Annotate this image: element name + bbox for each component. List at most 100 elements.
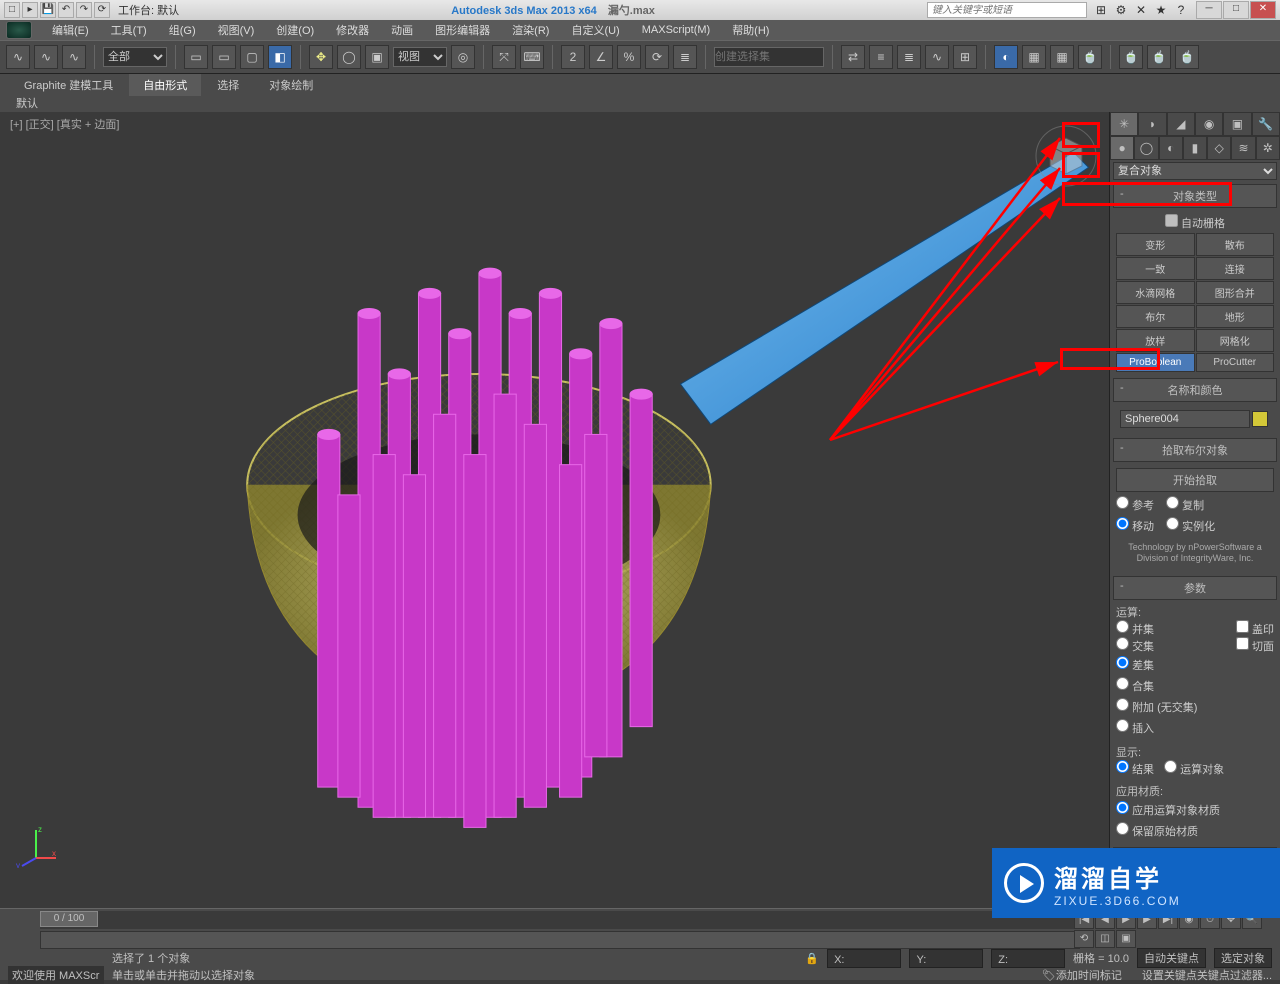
cameras-subtab-icon[interactable]: ▮	[1183, 136, 1207, 160]
material-editor-icon[interactable]: ◐	[994, 45, 1018, 69]
nav-orbit-icon[interactable]: ⟲	[1074, 930, 1094, 948]
menu-create[interactable]: 创建(O)	[266, 22, 324, 38]
btn-mesher[interactable]: 网格化	[1196, 329, 1275, 352]
btn-conform[interactable]: 一致	[1116, 257, 1195, 280]
pivot-icon[interactable]: ◎	[451, 45, 475, 69]
menu-graph[interactable]: 图形编辑器	[425, 22, 500, 38]
scale-icon[interactable]: ▣	[365, 45, 389, 69]
keyfilter-button[interactable]: 关键点过滤器...	[1197, 967, 1272, 983]
layer-icon[interactable]: ≣	[897, 45, 921, 69]
qat-link-icon[interactable]: ⟳	[94, 2, 110, 18]
window-crossing-icon[interactable]: ◧	[268, 45, 292, 69]
lock-icon[interactable]: 🔒	[805, 952, 819, 965]
unlink-icon[interactable]: ∿	[34, 45, 58, 69]
radio-merge[interactable]: 合集	[1116, 675, 1274, 696]
track-bar[interactable]	[40, 931, 1080, 949]
coord-system-dropdown[interactable]: 视图	[393, 47, 447, 67]
application-button[interactable]	[6, 21, 32, 39]
btn-terrain[interactable]: 地形	[1196, 305, 1275, 328]
quick-render-icon[interactable]: 🍵	[1078, 45, 1102, 69]
btn-procutter[interactable]: ProCutter	[1196, 353, 1275, 372]
grid-icon[interactable]: ⊞	[1093, 2, 1109, 18]
render-setup-icon[interactable]: ▦	[1022, 45, 1046, 69]
mirror-icon[interactable]: ⇄	[841, 45, 865, 69]
geometry-subtab-icon[interactable]: ●	[1110, 136, 1134, 160]
object-color-swatch[interactable]	[1252, 411, 1268, 427]
tab-selection[interactable]: 选择	[203, 74, 253, 96]
helpers-subtab-icon[interactable]: ◇	[1207, 136, 1231, 160]
create-tab-icon[interactable]: ✳	[1110, 112, 1138, 136]
modify-tab-icon[interactable]: ◗	[1138, 112, 1166, 136]
btn-loft[interactable]: 放样	[1116, 329, 1195, 352]
menu-help[interactable]: 帮助(H)	[722, 22, 779, 38]
radio-copy[interactable]: 复制	[1166, 494, 1204, 515]
menu-render[interactable]: 渲染(R)	[502, 22, 559, 38]
menu-modifiers[interactable]: 修改器	[326, 22, 379, 38]
motion-tab-icon[interactable]: ◉	[1195, 112, 1223, 136]
radio-operand[interactable]: 运算对象	[1164, 760, 1224, 777]
add-time-tag[interactable]: 添加时间标记	[1056, 967, 1122, 983]
signin-icon[interactable]: ⚙	[1113, 2, 1129, 18]
selection-filter-dropdown[interactable]: 全部	[103, 47, 167, 67]
category-dropdown[interactable]: 复合对象	[1113, 162, 1277, 180]
menu-maxscript[interactable]: MAXScript(M)	[632, 24, 720, 36]
rollup-object-type[interactable]: -对象类型	[1113, 184, 1277, 208]
maximize-button[interactable]: □	[1223, 1, 1249, 19]
utilities-tab-icon[interactable]: 🔧	[1252, 112, 1280, 136]
link-icon[interactable]: ∿	[6, 45, 30, 69]
rollup-parameters[interactable]: -参数	[1113, 576, 1277, 600]
schematic-icon[interactable]: ⊞	[953, 45, 977, 69]
menu-customize[interactable]: 自定义(U)	[561, 22, 629, 38]
time-slider-knob[interactable]: 0 / 100	[40, 911, 98, 927]
hierarchy-tab-icon[interactable]: ◢	[1167, 112, 1195, 136]
nav-max-icon[interactable]: ▣	[1116, 930, 1136, 948]
radio-result[interactable]: 结果	[1116, 760, 1154, 777]
snap-percent-icon[interactable]: %	[617, 45, 641, 69]
autokey-button[interactable]: 自动关键点	[1137, 948, 1206, 968]
search-input[interactable]	[927, 2, 1087, 18]
btn-proboolean[interactable]: ProBoolean	[1116, 353, 1195, 372]
start-pick-button[interactable]: 开始拾取	[1116, 468, 1274, 492]
rollup-name-color[interactable]: -名称和颜色	[1113, 378, 1277, 402]
selected-key-dropdown[interactable]: 选定对象	[1214, 948, 1272, 968]
qat-save-icon[interactable]: 💾	[40, 2, 56, 18]
nav-fov-icon[interactable]: ◫	[1095, 930, 1115, 948]
object-name-input[interactable]	[1120, 410, 1250, 428]
radio-intersect[interactable]: 交集	[1116, 637, 1154, 654]
btn-blobmesh[interactable]: 水滴网格	[1116, 281, 1195, 304]
named-selection-input[interactable]	[714, 47, 824, 67]
btn-boolean[interactable]: 布尔	[1116, 305, 1195, 328]
move-icon[interactable]: ✥	[309, 45, 333, 69]
keymode-icon[interactable]: ⌨	[520, 45, 544, 69]
exchange-icon[interactable]: ✕	[1133, 2, 1149, 18]
coord-y-input[interactable]	[926, 951, 976, 966]
qat-redo-icon[interactable]: ↷	[76, 2, 92, 18]
qat-open-icon[interactable]: ▸	[22, 2, 38, 18]
rollup-pick-boolean[interactable]: -拾取布尔对象	[1113, 438, 1277, 462]
viewport-label[interactable]: [+] [正交] [真实 + 边面]	[10, 116, 119, 132]
coord-z-input[interactable]	[1008, 951, 1058, 966]
coord-x-input[interactable]	[844, 951, 894, 966]
manip-icon[interactable]: ⤧	[492, 45, 516, 69]
radio-instance[interactable]: 实例化	[1166, 515, 1215, 536]
radio-keep-orig-mat[interactable]: 保留原始材质	[1116, 820, 1274, 841]
qat-new-icon[interactable]: □	[4, 2, 20, 18]
render-icon[interactable]: 🍵	[1119, 45, 1143, 69]
btn-morph[interactable]: 变形	[1116, 233, 1195, 256]
minimize-button[interactable]: ─	[1196, 1, 1222, 19]
menu-animation[interactable]: 动画	[381, 22, 423, 38]
radio-move[interactable]: 移动	[1116, 515, 1154, 536]
snap-edit-icon[interactable]: ≣	[673, 45, 697, 69]
btn-connect[interactable]: 连接	[1196, 257, 1275, 280]
check-cut[interactable]: 切面	[1236, 637, 1274, 654]
lights-subtab-icon[interactable]: ◐	[1159, 136, 1183, 160]
tab-objectpaint[interactable]: 对象绘制	[255, 74, 327, 96]
render-prod-icon[interactable]: 🍵	[1175, 45, 1199, 69]
menu-group[interactable]: 组(G)	[159, 22, 206, 38]
align-icon[interactable]: ≡	[869, 45, 893, 69]
select-name-icon[interactable]: ▭	[212, 45, 236, 69]
snap-angle-icon[interactable]: ∠	[589, 45, 613, 69]
select-icon[interactable]: ▭	[184, 45, 208, 69]
radio-apply-op-mat[interactable]: 应用运算对象材质	[1116, 799, 1274, 820]
radio-union[interactable]: 并集	[1116, 620, 1154, 637]
